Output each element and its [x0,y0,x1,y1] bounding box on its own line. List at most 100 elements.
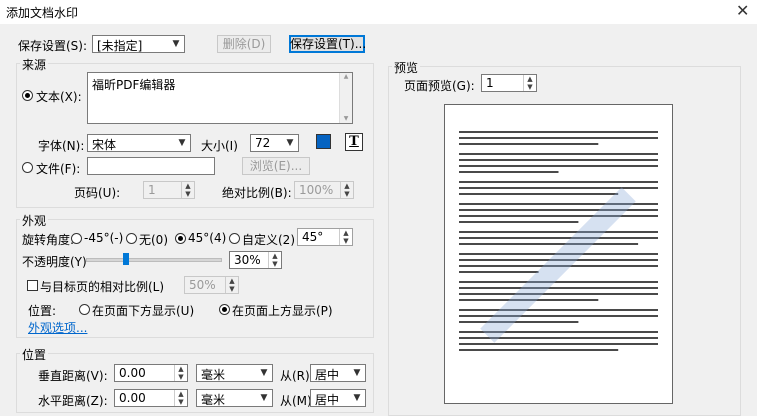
watermark-text-input[interactable]: 福昕PDF编辑器 ▲ ▼ [87,72,353,124]
preview-page [444,104,673,404]
preview-text-line [459,137,658,139]
text-format-button[interactable]: T [345,133,363,151]
vertical-from-select[interactable]: 居中 ▼ [310,364,366,382]
save-settings-value: [未指定] [97,39,143,53]
position-label: 位置: [28,304,57,318]
appearance-group-title: 外观 [20,212,49,229]
opacity-input[interactable]: 30% ▲ ▼ [229,251,282,269]
color-swatch[interactable] [316,134,331,149]
display-above-radio[interactable] [219,304,230,315]
stepper-arrows-icon[interactable]: ▲ ▼ [268,252,281,268]
rotation-none-label: 无(0) [139,233,168,247]
rotation-minus45-label: -45°(-) [84,231,124,245]
preview-text-line [459,237,658,239]
scroll-down-icon: ▼ [343,115,349,122]
preview-text-line [459,271,539,273]
preview-text-line [459,315,658,317]
absolute-scale-label: 绝对比例(B): [222,186,292,200]
absolute-scale-input[interactable]: 100% ▲ ▼ [294,181,354,199]
preview-text-lines [459,131,658,351]
size-select[interactable]: 72 ▼ [250,134,299,152]
preview-text-line [459,309,658,311]
horizontal-distance-label: 水平距离(Z): [38,394,108,408]
position-group-title: 位置 [20,346,49,363]
vertical-unit-select[interactable]: 毫米 ▼ [196,364,273,382]
preview-text-line [459,281,658,283]
preview-text-line [459,171,559,173]
page-number-input[interactable]: 1 ▲ ▼ [143,181,195,199]
text-radio-label: 文本(X): [36,90,82,104]
relative-scale-label: 与目标页的相对比例(L) [40,280,165,294]
preview-text-line [459,293,658,295]
preview-text-line [459,193,619,195]
stepper-arrows-icon[interactable]: ▲ ▼ [340,182,353,198]
chevron-down-icon: ▼ [260,368,268,378]
preview-text-line [459,215,658,217]
text-scrollbar[interactable]: ▲ ▼ [339,73,352,123]
save-settings-select[interactable]: [未指定] ▼ [92,35,185,53]
rotation-45-radio[interactable] [175,233,186,244]
vertical-distance-input[interactable]: 0.00 ▲ ▼ [114,364,188,382]
rotation-custom-value: 45° [302,230,324,244]
relative-scale-input[interactable]: 50% ▲ ▼ [184,276,239,294]
horizontal-unit-select[interactable]: 毫米 ▼ [196,389,273,407]
vertical-distance-value: 0.00 [119,366,146,380]
rotation-none-radio[interactable] [126,233,137,244]
preview-page-input[interactable]: 1 ▲ ▼ [481,74,537,92]
vertical-distance-label: 垂直距离(V): [38,369,108,383]
horizontal-distance-input[interactable]: 0.00 ▲ ▼ [114,389,188,407]
preview-text-line [459,337,658,339]
scroll-up-icon: ▲ [343,73,349,80]
preview-text-line [459,159,658,161]
rotation-custom-radio[interactable] [229,233,240,244]
rotation-label: 旋转角度: [22,233,75,247]
font-select[interactable]: 宋体 ▼ [87,134,191,152]
horizontal-from-select[interactable]: 居中 ▼ [310,389,366,407]
relative-scale-value: 50% [189,278,216,292]
preview-text-line [459,131,658,133]
display-below-radio[interactable] [79,304,90,315]
preview-text-line [459,321,579,323]
preview-text-line [459,343,658,345]
stepper-arrows-icon[interactable]: ▲ ▼ [181,182,194,198]
vertical-unit-value: 毫米 [201,368,226,382]
stepper-arrows-icon[interactable]: ▲ ▼ [339,229,352,245]
stepper-arrows-icon[interactable]: ▲ ▼ [174,390,187,406]
preview-text-line [459,221,579,223]
preview-text-line [459,153,658,155]
stepper-arrows-icon[interactable]: ▲ ▼ [174,365,187,381]
absolute-scale-value: 100% [299,183,334,197]
chevron-down-icon: ▼ [172,39,180,49]
file-path-input[interactable] [87,157,215,175]
opacity-slider-thumb[interactable] [123,253,130,265]
opacity-slider-track[interactable] [86,258,222,262]
vertical-from-value: 居中 [315,368,340,382]
save-settings-label: 保存设置(S): [18,39,88,53]
preview-text-line [459,287,658,289]
stepper-arrows-icon[interactable]: ▲ ▼ [225,277,238,293]
rotation-45-label: 45°(4) [188,231,227,245]
preview-page-value: 1 [486,76,494,90]
chevron-down-icon: ▼ [286,138,294,148]
browse-button[interactable]: 浏览(E)... [242,157,310,175]
size-value: 72 [255,136,271,150]
delete-button[interactable]: 删除(D) [217,35,271,53]
font-value: 宋体 [92,138,117,152]
close-icon[interactable]: ✕ [736,1,749,20]
rotation-custom-input[interactable]: 45° ▲ ▼ [297,228,353,246]
display-below-label: 在页面下方显示(U) [92,304,195,318]
text-radio[interactable] [22,90,33,101]
page-number-label: 页码(U): [74,186,121,200]
chevron-down-icon: ▼ [178,138,186,148]
file-radio[interactable] [22,162,33,173]
preview-text-line [459,209,658,211]
stepper-arrows-icon[interactable]: ▲ ▼ [523,75,536,91]
save-settings-button[interactable]: 保存设置(T)... [289,35,366,53]
relative-scale-checkbox[interactable] [27,280,38,291]
watermark-text-value: 福昕PDF编辑器 [92,78,176,92]
window-title: 添加文档水印 [6,6,79,20]
preview-document-render [459,131,658,351]
preview-text-line [459,165,658,167]
rotation-minus45-radio[interactable] [71,233,82,244]
appearance-options-link[interactable]: 外观选项... [28,319,87,336]
